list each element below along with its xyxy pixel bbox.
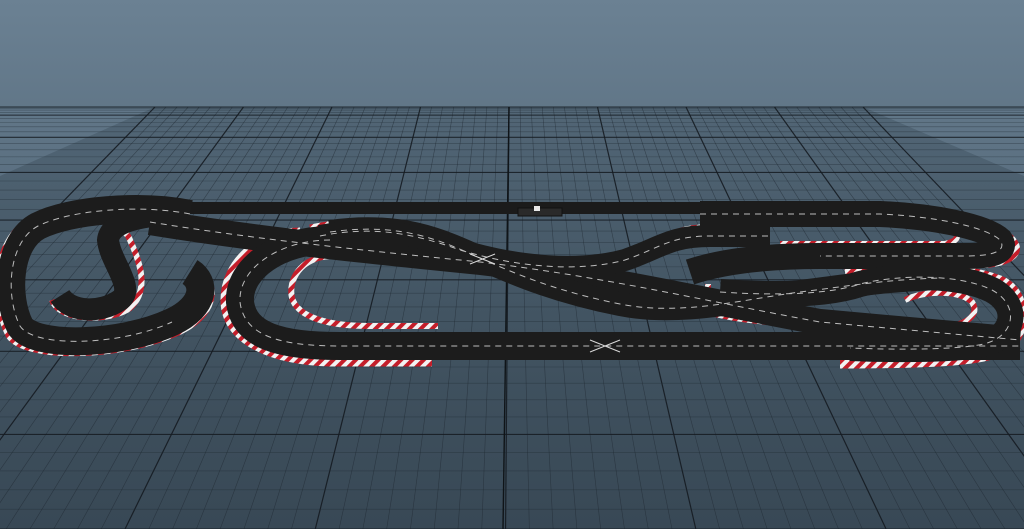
scene-canvas[interactable] bbox=[0, 0, 1024, 529]
3d-viewport[interactable] bbox=[0, 0, 1024, 529]
start-gantry bbox=[517, 206, 563, 217]
